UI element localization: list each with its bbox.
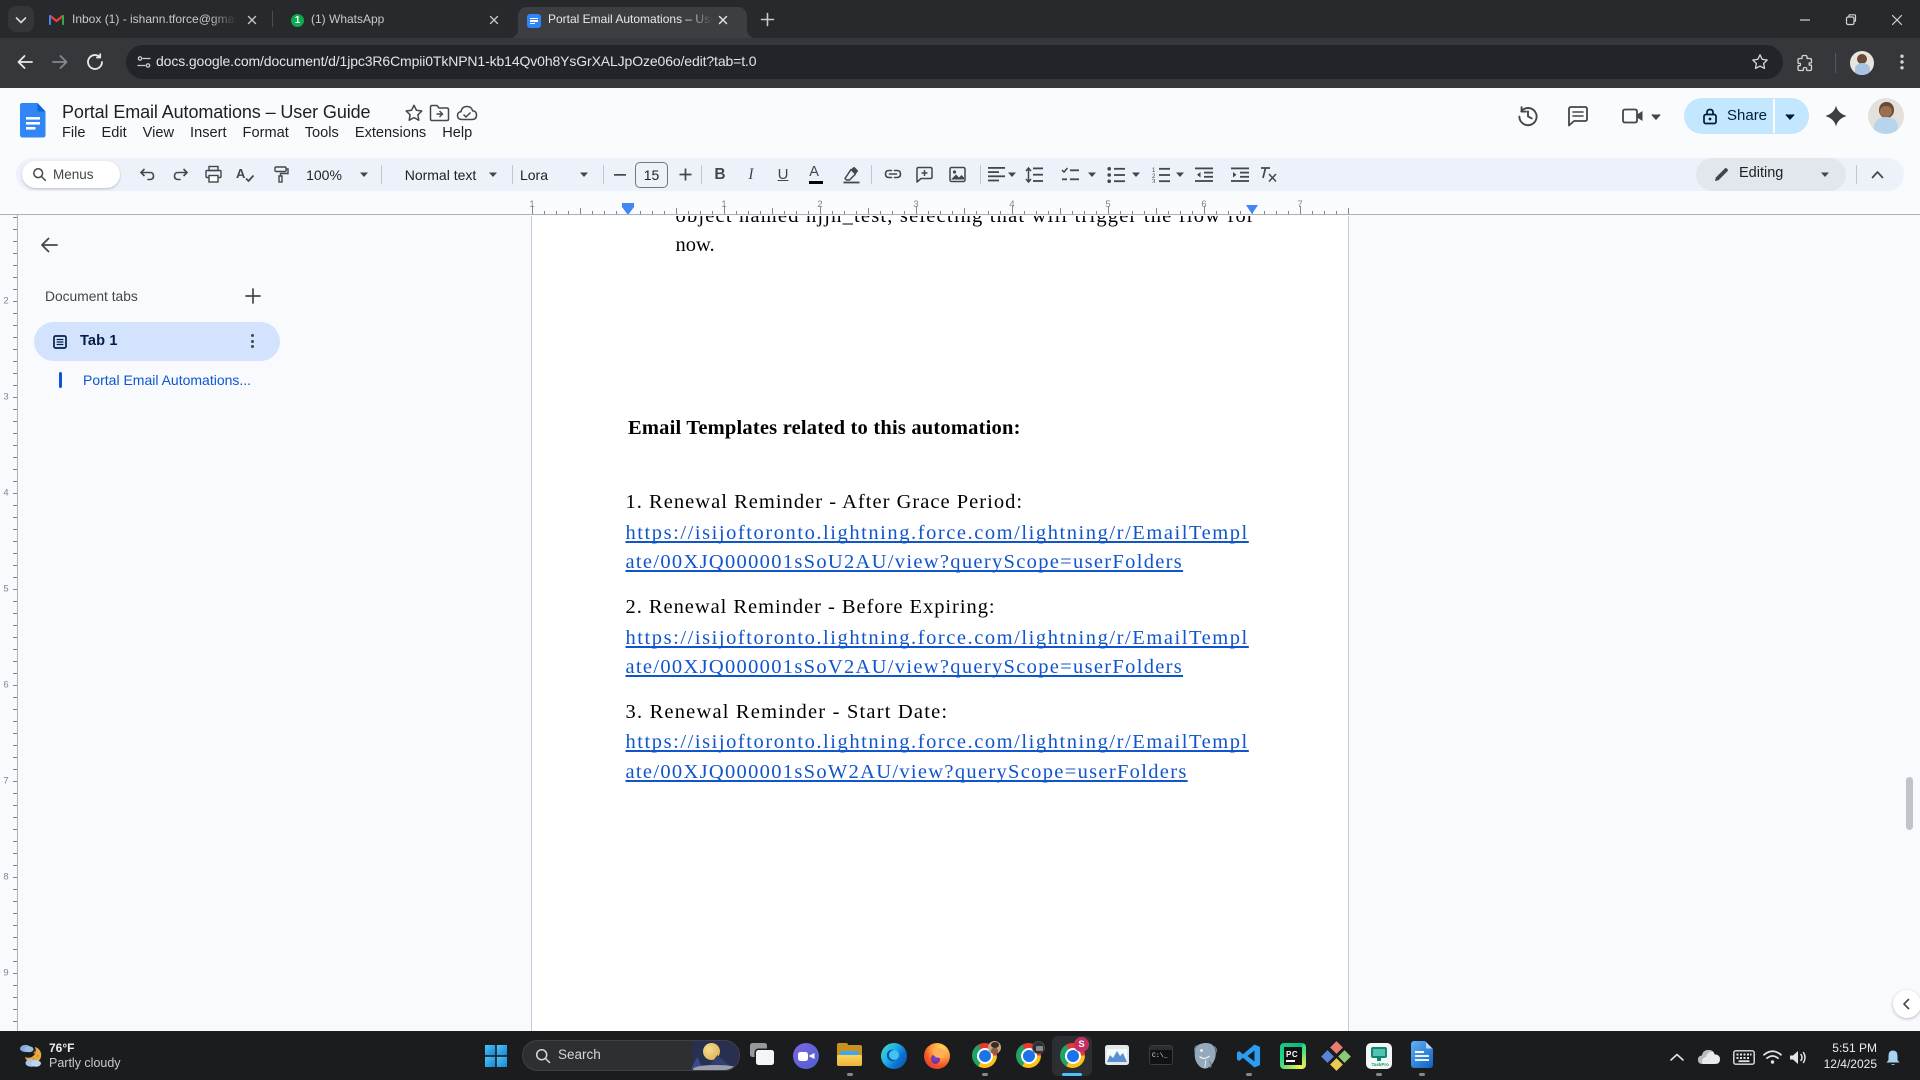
svg-text:3: 3	[1152, 179, 1156, 183]
svg-text:A: A	[236, 166, 246, 181]
